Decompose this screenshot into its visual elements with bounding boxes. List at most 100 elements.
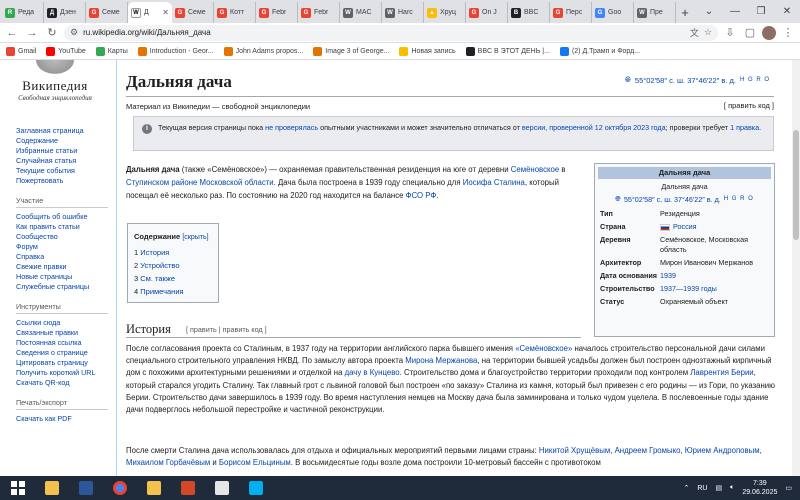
download-icon[interactable]: ⇩ [722,25,738,41]
taskbar-app-presentation[interactable] [174,478,202,498]
taskbar-app-skype[interactable] [242,478,270,498]
site-info-icon[interactable]: ⚙ [70,27,78,38]
bookmark-star-icon[interactable]: ☆ [704,27,712,38]
taskbar-app-explorer[interactable] [38,478,66,498]
back-button[interactable]: ← [4,25,20,41]
sidebar-link[interactable]: Цитировать страницу [16,358,116,368]
notice-link-pending-edit[interactable]: 1 правка [730,123,759,132]
tab-search-icon[interactable]: ⌄ [696,0,722,23]
network-icon[interactable]: ▤ [716,484,723,492]
maximize-button[interactable]: ❐ [748,0,774,23]
language-indicator[interactable]: RU [697,485,707,492]
inline-link[interactable]: Михаилом Горбачёвым [126,458,210,467]
sidebar-link[interactable]: Скачать как PDF [16,414,116,424]
infobox-value-link[interactable]: 1939 [660,271,676,280]
browser-tab[interactable]: G Семе [86,2,128,23]
infobox-value-link[interactable]: Россия [673,222,697,231]
sidebar-link[interactable]: Свежие правки [16,262,116,272]
browser-tab[interactable]: W Пре [634,2,676,23]
browser-tab[interactable]: W Harc [382,2,424,23]
sidebar-link[interactable]: Новые страницы [16,272,116,282]
browser-tab[interactable]: G Семе [172,2,214,23]
taskbar-app-media[interactable] [208,478,236,498]
tray-chevron-icon[interactable]: ⌃ [684,484,690,492]
inline-link[interactable]: Никитой Хрущёвым [539,446,610,455]
browser-tab[interactable]: Д Дзен [44,2,86,23]
inline-link[interactable]: «Семёновское» [515,344,572,353]
bookmark-item[interactable]: (2) Д.Трамп и Форд... [559,46,640,56]
sidebar-link[interactable]: Постоянная ссылка [16,338,116,348]
toc-link[interactable]: Примечания [140,287,183,296]
title-coordinates[interactable]: 🌐︎ 55°02′58″ с. ш. 37°46′22″ в. д. H G R… [625,75,770,85]
taskbar-app-word[interactable] [72,478,100,498]
link-fso[interactable]: ФСО РФ [406,191,437,200]
inline-link[interactable]: Мирона Мержанова [405,356,477,365]
forward-button[interactable]: → [24,25,40,41]
taskbar-app-files[interactable] [140,478,168,498]
inline-link[interactable]: дачу в Кунцево [345,368,400,377]
sidebar-link[interactable]: Получить короткий URL [16,368,116,378]
toc-link[interactable]: История [140,248,169,257]
close-window-button[interactable]: ✕ [774,0,800,23]
tab-close-icon[interactable]: ✕ [162,8,169,17]
toc-hide-link[interactable]: [скрыть] [182,234,208,241]
bookmark-item[interactable]: YouTube [46,46,86,56]
browser-tab[interactable]: G Перс [550,2,592,23]
history-edit-links[interactable]: [ править | править код ] [186,325,267,334]
toc-item[interactable]: 4 Примечания [134,285,212,298]
sidebar-link[interactable]: Ссылки сюда [16,318,116,328]
toc-item[interactable]: 2 Устройство [134,259,212,272]
toc-link[interactable]: Устройство [140,261,179,270]
sidebar-link[interactable]: Содержание [16,136,116,146]
infobox-map-links[interactable]: H G R O [724,196,754,202]
browser-tab[interactable]: G Котт [214,2,256,23]
browser-tab[interactable]: ▲ Хруц [424,2,466,23]
inline-link[interactable]: Лаврентия Берии [690,368,753,377]
browser-tab[interactable]: G On J [466,2,508,23]
inline-link[interactable]: Борисом Ельциным [219,458,291,467]
menu-icon[interactable]: ⋮ [780,25,796,41]
infobox-value-link[interactable]: 1937—1939 годы [660,284,717,293]
link-stupino-district[interactable]: Ступинском районе [126,178,197,187]
volume-icon[interactable]: 🔈︎ [730,484,734,492]
bookmark-item[interactable]: Image 3 of George... [313,46,389,56]
browser-tab[interactable]: G Goo [592,2,634,23]
page-scrollbar[interactable] [792,60,800,476]
infobox-coordinates[interactable]: 🌐︎ 55°02′58″ с. ш. 37°46′22″ в. д. H G R… [598,194,771,204]
sidebar-link[interactable]: Избранные статьи [16,146,116,156]
sidebar-link[interactable]: Связанные правки [16,328,116,338]
profile-avatar[interactable] [762,25,776,40]
browser-tab[interactable]: W MAC [340,2,382,23]
sidebar-link[interactable]: Форум [16,242,116,252]
toc-link[interactable]: См. также [140,274,175,283]
link-stalin[interactable]: Иосифа Сталина [463,178,525,187]
notice-link-reviewed-version[interactable]: версии, проверенной 12 октября 2023 года [522,123,666,132]
notifications-icon[interactable]: ▭ [785,484,792,492]
address-bar[interactable]: ⚙ ru.wikipedia.org/wiki/Дальняя_дача 文 ☆ [64,24,718,41]
clock[interactable]: 7:39 29.06.2025 [742,479,777,497]
bookmark-item[interactable]: John Adams propos... [223,46,303,56]
inline-link[interactable]: Андреем Громыко [615,446,681,455]
sidebar-link[interactable]: Как править статьи [16,222,116,232]
sidebar-icon[interactable]: ▢ [742,25,758,41]
start-button[interactable] [4,478,32,498]
scroll-thumb[interactable] [793,130,799,240]
link-semenovskoe[interactable]: Семёновское [511,165,559,174]
sidebar-link[interactable]: Текущие события [16,166,116,176]
sidebar-link[interactable]: Пожертвовать [16,176,116,186]
new-tab-button[interactable]: + [676,2,694,23]
translate-icon[interactable]: 文 [690,26,699,39]
sidebar-link[interactable]: Справка [16,252,116,262]
browser-tab[interactable]: R Реда [2,2,44,23]
browser-tab[interactable]: G Febr [256,2,298,23]
edit-code-link[interactable]: [ править код ] [724,101,774,110]
minimize-button[interactable]: — [722,0,748,23]
wikipedia-logo[interactable]: Википедия Свободная энциклопедия [10,60,100,102]
sidebar-link[interactable]: Сведения о странице [16,348,116,358]
bookmark-item[interactable]: Gmail [6,46,36,56]
bookmark-item[interactable]: Карты [95,46,128,56]
toc-item[interactable]: 1 История [134,246,212,259]
inline-link[interactable]: Юрием Андроповым [685,446,760,455]
bookmark-item[interactable]: Introduction - Geor... [137,46,214,56]
taskbar-app-chrome[interactable] [106,478,134,498]
